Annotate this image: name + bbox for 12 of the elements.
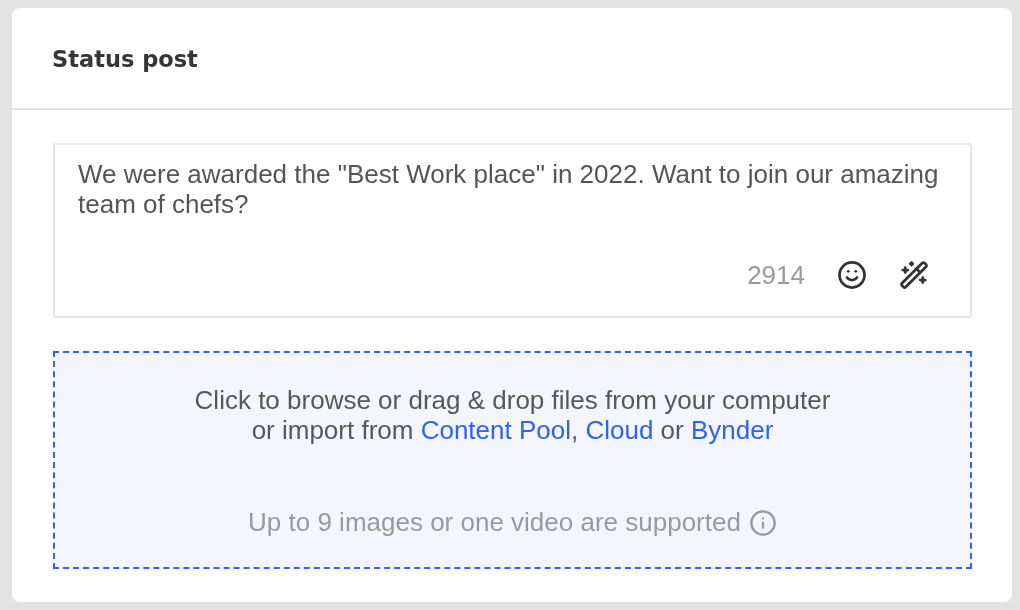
post-text-field[interactable]: We were awarded the "Best Work place" in 2022. Want to join our amazing team of chefs?: [78, 159, 950, 255]
character-counter: 2914: [747, 259, 805, 291]
import-source-link[interactable]: Bynder: [690, 415, 774, 445]
import-source-link[interactable]: Content Pool: [420, 415, 571, 445]
info-icon[interactable]: [748, 508, 777, 537]
panel-title: Status post: [52, 45, 198, 72]
file-drop-zone[interactable]: Click to browse or drag & drop files from your computer or import from Content Pool, Cloud or Bynder Up to 9 images or one video are supported: [53, 351, 972, 569]
smiley-icon[interactable]: [837, 260, 867, 290]
import-source-link[interactable]: Cloud: [585, 415, 654, 445]
magic-wand-icon[interactable]: [899, 260, 929, 290]
upload-instructions: Click to browse or drag & drop files from your computer or import from Content Pool, Cloud or Bynder: [194, 385, 831, 445]
upload-hint: Up to 9 images or one video are supported: [248, 507, 741, 538]
